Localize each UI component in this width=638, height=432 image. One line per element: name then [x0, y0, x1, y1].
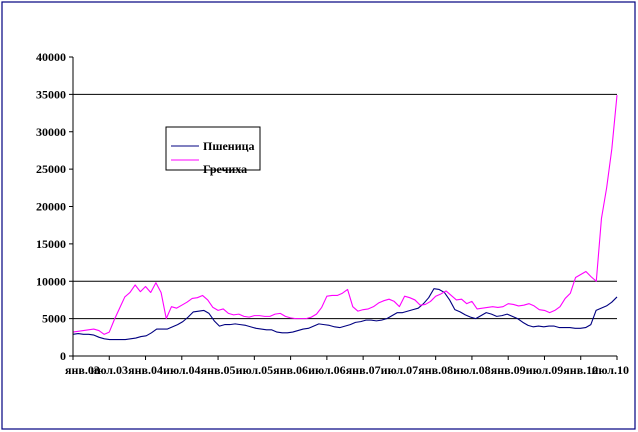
legend-label-wheat: Пшеница	[203, 139, 255, 153]
x-tick-label: июл.03	[91, 363, 129, 377]
x-tick-label: янв.07	[346, 363, 381, 377]
legend-label-buckwheat: Гречиха	[203, 162, 247, 176]
y-tick-label: 10000	[36, 274, 66, 288]
x-tick-label: июл.07	[381, 363, 419, 377]
x-tick-label: янв.09	[491, 363, 526, 377]
y-tick-label: 0	[60, 349, 66, 363]
y-tick-label: 20000	[36, 200, 66, 214]
y-tick-label: 40000	[36, 50, 66, 64]
plot-area	[73, 57, 617, 356]
y-tick-label: 30000	[36, 125, 66, 139]
y-tick-label: 5000	[42, 312, 66, 326]
x-tick-label: июл.06	[308, 363, 346, 377]
x-tick-label: янв.06	[273, 363, 308, 377]
x-tick-label: июл.09	[526, 363, 564, 377]
x-tick-label: янв.05	[201, 363, 236, 377]
x-tick-label: янв.08	[418, 363, 453, 377]
y-tick-label: 35000	[36, 87, 66, 101]
y-tick-label: 15000	[36, 237, 66, 251]
x-tick-label: янв.04	[128, 363, 163, 377]
x-tick-label: июл.04	[163, 363, 201, 377]
chart-root: 0 5000 10000 15000 20000 25000 30000 35000 40000…	[0, 0, 638, 432]
legend: Пшеница Гречиха	[165, 126, 261, 176]
y-tick-label: 25000	[36, 162, 66, 176]
x-tick-label: июл.05	[236, 363, 274, 377]
x-tick-label: июл.10	[591, 363, 629, 377]
line-chart: 0 5000 10000 15000 20000 25000 30000 35000 40000…	[1, 1, 636, 430]
x-tick-label: июл.08	[453, 363, 491, 377]
